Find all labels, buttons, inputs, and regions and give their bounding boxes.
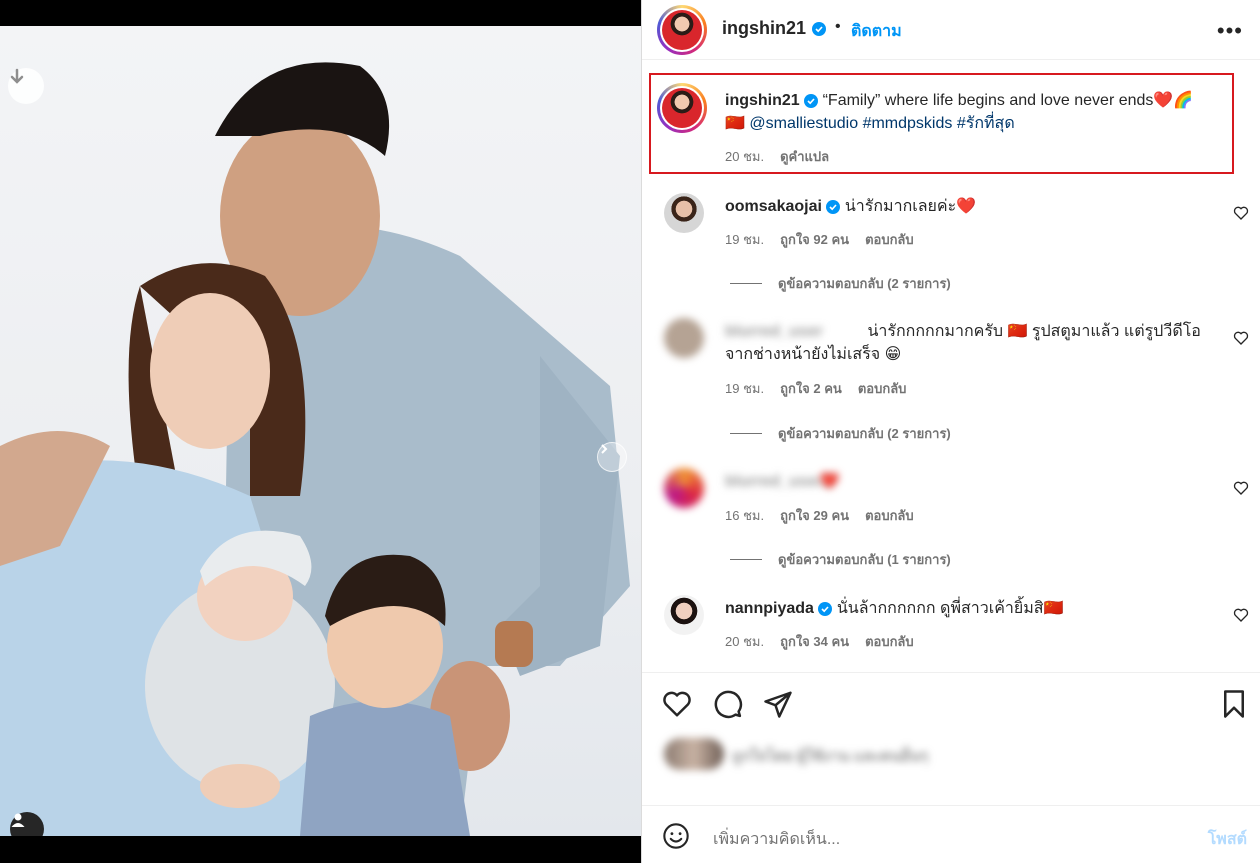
next-photo-button[interactable] [597,442,627,472]
liked-by-summary[interactable]: ถูกใจโดย ผู้ใช้งาน และคนอื่นๆ [650,730,1250,800]
view-replies-button[interactable]: ดูข้อความตอบกลับ (2 รายการ) [730,423,951,444]
comment-time[interactable]: 19 ชม. [725,378,764,399]
author-username[interactable]: ingshin21 [722,18,806,39]
comment-meta: 19 ชม. ถูกใจ 92 คน ตอบกลับ [725,229,914,250]
comment-avatar[interactable] [664,595,704,635]
comment-username[interactable]: oomsakaojai [725,198,822,215]
comment-meta: 16 ชม. ถูกใจ 29 คน ตอบกลับ [725,505,914,526]
view-replies-label: ดูข้อความตอบกลับ (2 รายการ) [778,426,951,441]
comment-username[interactable]: blurred_user2 [725,470,832,493]
comment-text: blurred_user2 ❤️ [725,470,1205,493]
comment-likes[interactable]: ถูกใจ 92 คน [780,229,849,250]
caption-mention[interactable]: @smalliestudio [749,115,858,132]
comment-avatar[interactable] [664,468,704,508]
replies-divider [730,283,762,284]
add-comment-input[interactable]: เพิ่มความคิดเห็น... [713,827,840,852]
add-comment-bar: เพิ่มความคิดเห็น... โพสต์ [642,805,1260,863]
verified-badge-icon [818,601,833,616]
comment-body: น่ารักกกกกมากครับ 🇨🇳 รูปสตูมาแล้ว แต่รูป… [867,323,1201,340]
comment-likes[interactable]: ถูกใจ 34 คน [780,631,849,652]
caption-username[interactable]: ingshin21 [725,92,800,109]
comment-bubble-icon[interactable] [713,689,743,719]
caption-body: “Family” where life begins and love neve… [822,92,1194,109]
like-comment-heart-icon[interactable] [1233,607,1249,623]
like-heart-icon[interactable] [662,689,692,719]
download-arrow-icon [10,68,24,84]
translate-link[interactable]: ดูคำแปล [780,146,829,167]
comment-reply-button[interactable]: ตอบกลับ [865,631,914,652]
like-comment-heart-icon[interactable] [1233,205,1249,221]
verified-badge-icon [826,199,841,214]
verified-badge-icon [804,93,819,108]
comment-meta: 19 ชม. ถูกใจ 2 คน ตอบกลับ [725,378,906,399]
comment-avatar[interactable] [664,193,704,233]
caption-hashtag-1[interactable]: #mmdpskids [863,115,953,132]
liked-by-avatars [664,738,724,770]
separator-dot: • [835,18,841,35]
chevron-right-icon [601,444,608,454]
comment-time[interactable]: 20 ชม. [725,631,764,652]
caption-hashtag-2[interactable]: #รักที่สุด [957,115,1015,132]
post-header: ingshin21 • ติดตาม ••• [642,0,1260,60]
user-tag-icon [11,813,25,827]
view-replies-label: ดูข้อความตอบกลับ (2 รายการ) [778,276,951,291]
post-action-bar [642,672,1260,732]
view-replies-button[interactable]: ดูข้อความตอบกลับ (1 รายการ) [730,549,951,570]
comment-body-line2: จากช่างหน้ายังไม่เสร็จ 😁 [725,346,902,363]
post-comment-button[interactable]: โพสต์ [1208,827,1247,852]
post-photo [0,26,641,836]
family-photo-illustration [0,62,630,836]
author-avatar[interactable] [657,5,707,55]
comment-text: blurred_user น่ารักกกกกมากครับ 🇨🇳 รูปสตู… [725,320,1225,366]
follow-button[interactable]: ติดตาม [851,19,902,44]
like-comment-heart-icon[interactable] [1233,480,1249,496]
caption-text: ingshin21 “Family” where life begins and… [725,89,1225,135]
comment-meta: 20 ชม. ถูกใจ 34 คน ตอบกลับ [725,631,914,652]
liked-by-text: ถูกใจโดย ผู้ใช้งาน และคนอื่นๆ [732,748,929,765]
comment-username[interactable]: nannpiyada [725,600,814,617]
comment-likes[interactable]: ถูกใจ 2 คน [780,378,842,399]
replies-divider [730,433,762,434]
replies-divider [730,559,762,560]
caption-avatar[interactable] [657,83,707,133]
save-bookmark-icon[interactable] [1219,689,1249,719]
post-side-panel: ingshin21 • ติดตาม ••• ingshin21 “Family… [641,0,1260,863]
comment-time[interactable]: 16 ชม. [725,505,764,526]
caption-flag: 🇨🇳 [725,115,745,132]
comment-text: nannpiyada นั่นล้ากกกกกก ดูพี่สาวเค้ายิ้… [725,597,1205,620]
comment-likes[interactable]: ถูกใจ 29 คน [780,505,849,526]
photo-viewer [0,0,641,863]
more-options-icon[interactable]: ••• [1217,18,1243,44]
comment-avatar[interactable] [664,318,704,358]
like-comment-heart-icon[interactable] [1233,330,1249,346]
comment-time[interactable]: 19 ชม. [725,229,764,250]
comment-reply-button[interactable]: ตอบกลับ [865,505,914,526]
share-send-icon[interactable] [763,689,793,719]
verified-badge-icon [812,22,826,36]
comment-body: นั่นล้ากกกกกก ดูพี่สาวเค้ายิ้มสิ🇨🇳 [836,600,1064,617]
comment-body: ❤️ [819,473,840,490]
view-replies-button[interactable]: ดูข้อความตอบกลับ (2 รายการ) [730,273,951,294]
comment-reply-button[interactable]: ตอบกลับ [858,378,907,399]
comment-username[interactable]: blurred_user [725,320,863,343]
comment-text: oomsakaojai น่ารักมากเลยค่ะ❤️ [725,195,1205,218]
view-replies-label: ดูข้อความตอบกลับ (1 รายการ) [778,552,951,567]
download-button[interactable] [8,68,44,104]
caption-time[interactable]: 20 ชม. [725,146,764,167]
caption-meta: 20 ชม. ดูคำแปล [725,146,829,167]
comment-reply-button[interactable]: ตอบกลับ [865,229,914,250]
emoji-smiley-icon[interactable] [662,822,690,850]
comment-body: น่ารักมากเลยค่ะ❤️ [844,198,977,215]
